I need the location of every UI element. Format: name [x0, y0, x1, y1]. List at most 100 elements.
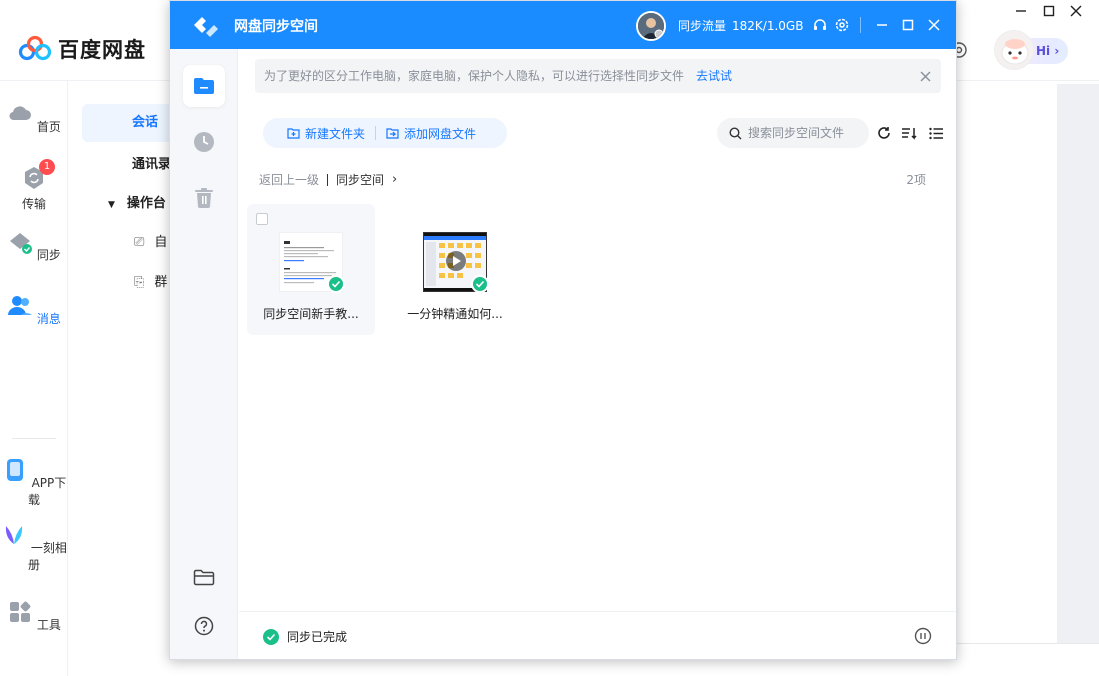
search-input[interactable] [748, 126, 858, 140]
file-tile[interactable]: 同步空间新手教... [247, 204, 375, 335]
pause-sync-icon[interactable] [914, 627, 932, 645]
phone-icon [6, 459, 23, 481]
brand-title: 百度网盘 [58, 38, 146, 62]
sync-traffic: 同步流量 182K/1.0GB [678, 17, 809, 34]
notice-try-link[interactable]: 去试试 [696, 69, 732, 83]
nav-label: 传输 [21, 197, 46, 211]
sync-close-button[interactable] [924, 15, 944, 35]
settings-button[interactable] [832, 15, 852, 35]
sync-window-titlebar: 网盘同步空间 同步流量 182K/1.0GB [170, 1, 956, 49]
close-icon [920, 71, 931, 82]
new-folder-label: 新建文件夹 [305, 126, 366, 141]
user-avatar[interactable] [636, 11, 666, 41]
nav-item-album[interactable]: 一刻相册 [0, 522, 68, 573]
breadcrumb-back[interactable]: 返回上一级 [259, 171, 319, 188]
add-file-icon [386, 128, 399, 139]
assistant-avatar-icon [994, 30, 1034, 70]
trash-icon [195, 188, 213, 209]
synced-check-icon [327, 275, 345, 293]
nav-item-tools[interactable]: 工具 [0, 599, 68, 633]
breadcrumb-divider [327, 173, 329, 186]
sync-complete-icon [263, 628, 279, 645]
nav-label: 工具 [36, 618, 61, 632]
sort-icon [902, 128, 917, 140]
support-button[interactable] [810, 15, 830, 35]
sync-status: 同步已完成 [263, 628, 347, 645]
help-button[interactable] [183, 605, 225, 647]
sync-maximize-button[interactable] [898, 15, 918, 35]
headset-icon [814, 19, 826, 30]
notice-banner: 为了更好的区分工作电脑，家庭电脑，保护个人隐私，可以进行选择性同步文件 去试试 [255, 59, 941, 93]
open-folder-button[interactable] [183, 557, 225, 599]
sync-window-title: 网盘同步空间 [234, 19, 318, 35]
main-maximize-button[interactable] [1036, 0, 1062, 22]
transfer-badge: 1 [39, 159, 55, 175]
toolbar-divider [375, 126, 377, 140]
file-checkbox[interactable] [256, 213, 268, 225]
close-icon [928, 19, 940, 31]
nav-label: 同步 [36, 248, 61, 262]
list-view-button[interactable] [927, 124, 945, 142]
notice-text: 为了更好的区分工作电脑，家庭电脑，保护个人隐私，可以进行选择性同步文件 [264, 69, 685, 83]
gear-icon [835, 18, 849, 32]
new-folder-button[interactable]: 新建文件夹 [263, 118, 371, 148]
folder-icon [194, 78, 214, 94]
minimize-icon [1016, 10, 1026, 12]
main-sidebar: 首页 1 传输 同步 消息 APP下载 一刻相册 工具 [0, 81, 68, 676]
nav-label: 消息 [36, 312, 61, 326]
notice-close-button[interactable] [920, 59, 931, 94]
transfer-icon: 1 [21, 159, 55, 191]
sync-status-bar: 同步已完成 [239, 611, 956, 659]
hi-label: Hi [1036, 44, 1051, 58]
sub-item-group-label: 群 [154, 275, 168, 290]
brand-logo: 百度网盘 [18, 34, 146, 64]
sort-button[interactable] [900, 124, 918, 142]
sync-minimize-button[interactable] [872, 15, 892, 35]
close-icon [1070, 5, 1082, 17]
sync-status-text: 同步已完成 [287, 630, 348, 644]
new-folder-icon [287, 128, 300, 139]
refresh-button[interactable] [875, 124, 893, 142]
sidebar-files-button[interactable] [183, 65, 225, 107]
maximize-icon [1043, 5, 1055, 17]
main-minimize-button[interactable] [1008, 0, 1034, 22]
baidu-netdisk-logo-icon [18, 35, 52, 61]
sub-item-console-label: 操作台 [126, 196, 166, 211]
maximize-icon [902, 19, 914, 31]
chevron-right-icon: › [392, 172, 398, 187]
nav-label: APP下载 [27, 476, 67, 507]
sync-space-window: 网盘同步空间 同步流量 182K/1.0GB 为了更好的区分工作电脑，家庭电脑，… [169, 0, 957, 660]
album-icon [5, 526, 23, 544]
group-icon: ⎘ [134, 275, 145, 290]
nav-label: 一刻相册 [27, 541, 67, 572]
traffic-label: 同步流量 [678, 19, 727, 33]
sub-item-auto[interactable]: ⎚ 自 [134, 224, 167, 262]
sub-item-auto-label: 自 [154, 235, 168, 250]
refresh-icon [878, 127, 890, 139]
sidebar-history-button[interactable] [183, 121, 225, 163]
sub-item-console[interactable]: ▼ 操作台 [108, 185, 166, 223]
nav-item-sync[interactable]: 同步 [0, 229, 68, 263]
people-icon [8, 296, 33, 315]
nav-item-app-download[interactable]: APP下载 [0, 457, 68, 508]
auto-reply-icon: ⎚ [134, 235, 145, 250]
nav-item-messages[interactable]: 消息 [0, 293, 68, 327]
add-netdisk-file-button[interactable]: 添加网盘文件 [380, 118, 482, 148]
traffic-value: 182K/1.0GB [732, 19, 804, 33]
sub-item-group[interactable]: ⎘ 群 [134, 264, 167, 302]
cloud-icon [9, 106, 32, 121]
nav-item-home[interactable]: 首页 [0, 101, 68, 135]
add-file-label: 添加网盘文件 [404, 126, 477, 141]
sub-item-contacts[interactable]: 通讯录 [132, 146, 171, 184]
sidebar-trash-button[interactable] [183, 177, 225, 219]
nav-item-transfer[interactable]: 1 传输 [0, 159, 68, 212]
clock-icon [194, 132, 214, 152]
file-name: 同步空间新手教... [263, 307, 359, 321]
nav-divider [12, 438, 56, 439]
breadcrumb-current[interactable]: 同步空间 [336, 171, 384, 188]
assistant-hi-button[interactable]: Hi › [992, 28, 1076, 74]
item-count: 2项 [906, 173, 926, 187]
main-close-button[interactable] [1063, 0, 1089, 22]
file-tile[interactable]: 一分钟精通如何... [391, 204, 519, 335]
tools-icon [10, 601, 31, 622]
